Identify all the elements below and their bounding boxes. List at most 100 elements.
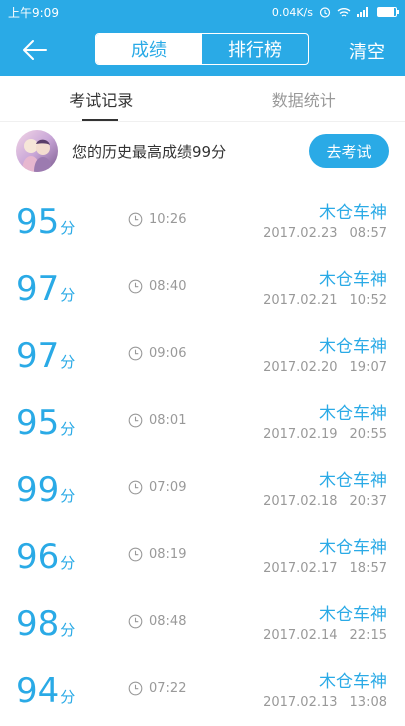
exam-datetime: 2017.02.20 19:07: [263, 360, 387, 375]
battery-icon: [377, 7, 397, 17]
exam-record-list: 95分10:26木仓车神2017.02.2308:5797分08:40木仓车神2…: [0, 190, 405, 726]
record-row[interactable]: 96分08:19木仓车神2017.02.1718:57: [0, 525, 405, 592]
tab-underline: [82, 119, 118, 121]
exam-time: 19:07: [350, 360, 387, 375]
tab-statistics[interactable]: 数据统计: [203, 76, 405, 121]
duration-text: 08:19: [149, 547, 186, 562]
score-number: 96: [16, 537, 59, 577]
tab-label: 考试记录: [69, 87, 133, 111]
score-number: 95: [16, 202, 59, 242]
status-bar: 上午9:09 0.04K/s: [0, 0, 405, 24]
segment-scores[interactable]: 成绩: [96, 34, 202, 64]
segment-ranking[interactable]: 排行榜: [202, 34, 308, 64]
record-meta: 木仓车神 2017.02.20 19:07: [263, 336, 387, 375]
clear-button[interactable]: 清空: [349, 38, 385, 64]
tab-label: 数据统计: [272, 87, 336, 111]
duration-text: 09:06: [149, 346, 186, 361]
signal-icon: [357, 7, 371, 17]
score-value: 95分: [16, 202, 75, 248]
exam-time: 08:57: [350, 226, 387, 241]
record-meta: 木仓车神2017.02.2308:57: [263, 202, 387, 241]
best-score-text: 您的历史最高成绩99分: [72, 141, 309, 162]
back-button[interactable]: [18, 34, 52, 66]
exam-datetime: 2017.02.1920:55: [263, 427, 387, 442]
score-value: 97分: [16, 336, 75, 382]
clock-icon: [128, 279, 143, 294]
record-row[interactable]: 94分07:22木仓车神2017.02.1313:08: [0, 659, 405, 726]
status-icons: 0.04K/s: [272, 6, 397, 19]
exam-datetime: 2017.02.14 22:15: [263, 628, 387, 643]
exam-date: 2017.02.21: [263, 293, 337, 308]
score-number: 97: [16, 336, 59, 376]
score-unit: 分: [60, 621, 75, 639]
record-row[interactable]: 95分10:26木仓车神2017.02.2308:57: [0, 190, 405, 257]
record-meta: 木仓车神2017.02.1313:08: [263, 671, 387, 710]
user-name: 木仓车神: [263, 470, 387, 492]
record-row[interactable]: 97分08:40木仓车神2017.02.2110:52: [0, 257, 405, 324]
exam-duration: 08:19: [128, 547, 186, 562]
exam-datetime: 2017.02.18 20:37: [263, 494, 387, 509]
record-meta: 木仓车神2017.02.2110:52: [263, 269, 387, 308]
exam-date: 2017.02.18: [263, 494, 337, 509]
exam-time: 18:57: [350, 561, 387, 576]
clock-icon: [128, 480, 143, 495]
duration-text: 08:48: [149, 614, 186, 629]
exam-date: 2017.02.23: [263, 226, 337, 241]
record-meta: 木仓车神2017.02.1718:57: [263, 537, 387, 576]
duration-text: 07:09: [149, 480, 186, 495]
record-row[interactable]: 98分 08:48 木仓车神 2017.02.14 22:15: [0, 592, 405, 659]
user-name: 木仓车神: [263, 604, 387, 626]
clock-icon: [128, 547, 143, 562]
user-name: 木仓车神: [263, 403, 387, 425]
exam-time: 22:15: [350, 628, 387, 643]
clock-icon: [128, 346, 143, 361]
network-speed: 0.04K/s: [272, 6, 313, 19]
exam-date: 2017.02.14: [263, 628, 337, 643]
exam-duration: 08:40: [128, 279, 186, 294]
clock-icon: [128, 681, 143, 696]
score-unit: 分: [60, 353, 75, 371]
score-value: 95分: [16, 403, 75, 449]
score-number: 97: [16, 269, 59, 309]
record-row[interactable]: 95分08:01木仓车神2017.02.1920:55: [0, 391, 405, 458]
score-unit: 分: [60, 554, 75, 572]
score-number: 99: [16, 470, 59, 510]
record-row[interactable]: 99分 07:09 木仓车神 2017.02.18 20:37: [0, 458, 405, 525]
score-value: 94分: [16, 671, 75, 717]
record-row[interactable]: 97分 09:06 木仓车神 2017.02.20 19:07: [0, 324, 405, 391]
score-number: 98: [16, 604, 59, 644]
exam-date: 2017.02.17: [263, 561, 337, 576]
arrow-left-icon: [22, 39, 48, 61]
alarm-icon: [319, 6, 331, 18]
score-unit: 分: [60, 420, 75, 438]
clock-icon: [128, 614, 143, 629]
best-score-summary: 您的历史最高成绩99分 去考试: [0, 122, 405, 180]
avatar[interactable]: [16, 130, 58, 172]
score-value: 98分: [16, 604, 75, 650]
clock-icon: [128, 212, 143, 227]
nav-bar: 成绩 排行榜 清空: [0, 24, 405, 76]
exam-time: 20:37: [350, 494, 387, 509]
take-exam-button[interactable]: 去考试: [309, 134, 389, 168]
segmented-control: 成绩 排行榜: [95, 33, 309, 65]
battery-fill: [378, 8, 394, 16]
user-name: 木仓车神: [263, 336, 387, 358]
exam-duration: 07:09: [128, 480, 186, 495]
exam-time: 13:08: [350, 695, 387, 710]
exam-time: 10:52: [350, 293, 387, 308]
score-unit: 分: [60, 286, 75, 304]
exam-duration: 10:26: [128, 212, 186, 227]
duration-text: 08:40: [149, 279, 186, 294]
exam-date: 2017.02.20: [263, 360, 337, 375]
exam-date: 2017.02.19: [263, 427, 337, 442]
status-time: 上午9:09: [8, 4, 59, 21]
user-avatar-icon: [16, 130, 58, 172]
score-unit: 分: [60, 688, 75, 706]
tab-exam-records[interactable]: 考试记录: [0, 76, 203, 121]
score-number: 94: [16, 671, 59, 711]
exam-datetime: 2017.02.21 10:52: [263, 293, 387, 308]
score-unit: 分: [60, 487, 75, 505]
exam-datetime: 2017.02.23 08:57: [263, 226, 387, 241]
exam-duration: 08:48: [128, 614, 186, 629]
exam-duration: 09:06: [128, 346, 186, 361]
